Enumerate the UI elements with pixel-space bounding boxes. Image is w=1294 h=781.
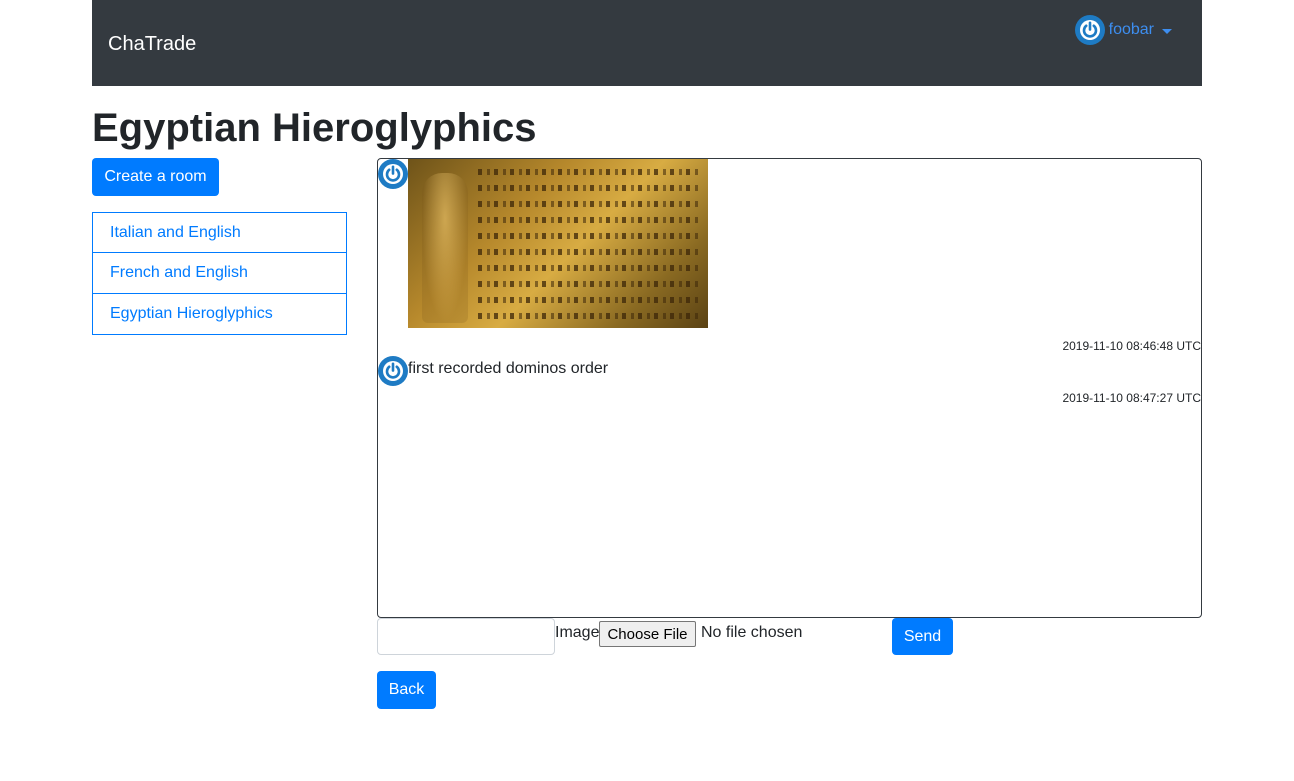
message-text: first recorded dominos order — [408, 360, 609, 377]
power-icon — [378, 356, 408, 386]
create-room-button[interactable]: Create a room — [92, 158, 219, 196]
message-image — [408, 159, 708, 328]
username-label: foobar — [1108, 21, 1154, 38]
user-menu-dropdown[interactable]: foobar — [1074, 15, 1172, 45]
message-text-input[interactable] — [377, 618, 555, 655]
power-icon — [1074, 15, 1105, 45]
brand-link[interactable]: ChaTrade — [108, 32, 196, 56]
page-title: Egyptian Hieroglyphics — [92, 106, 537, 150]
room-list: Italian and English French and English E… — [92, 212, 347, 335]
image-field-label: Image — [555, 624, 600, 641]
send-button[interactable]: Send — [892, 618, 953, 655]
page-container: ChaTrade foobar Egyptian Hieroglyphics C… — [92, 0, 1202, 781]
back-button[interactable]: Back — [377, 671, 436, 709]
navbar: ChaTrade foobar — [92, 0, 1202, 86]
power-icon — [378, 159, 408, 189]
choose-file-button[interactable]: Choose File — [599, 621, 696, 647]
caret-down-icon — [1162, 28, 1172, 34]
room-item-egyptian-hieroglyphics[interactable]: Egyptian Hieroglyphics — [92, 294, 347, 335]
message-timestamp: 2019-11-10 08:47:27 UTC — [1062, 391, 1201, 405]
room-item-french-english[interactable]: French and English — [92, 253, 347, 294]
room-item-italian-english[interactable]: Italian and English — [92, 212, 347, 253]
file-status-text: No file chosen — [701, 624, 803, 641]
chat-message-box[interactable]: 2019-11-10 08:46:48 UTC first recorded d… — [377, 158, 1202, 618]
message-timestamp: 2019-11-10 08:46:48 UTC — [1062, 339, 1201, 353]
hieroglyph-figure — [422, 173, 468, 323]
